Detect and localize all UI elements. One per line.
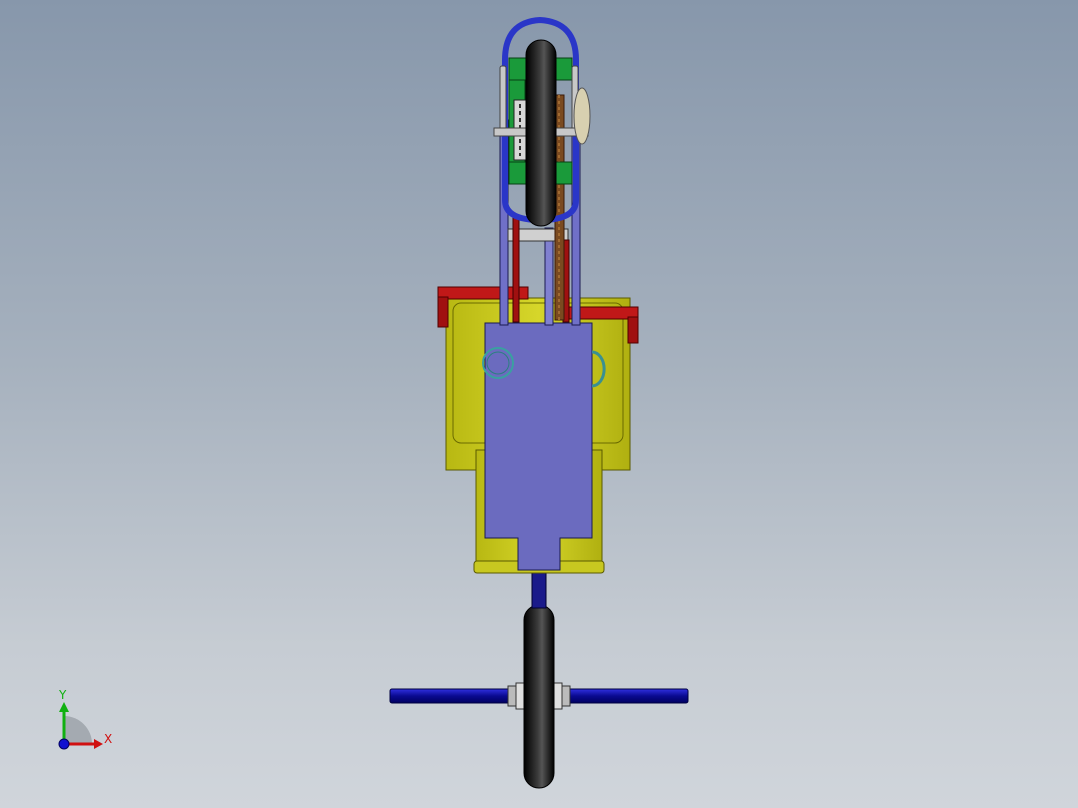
triad-y-label: Y <box>59 688 67 702</box>
z-axis-dot <box>58 738 70 750</box>
coordinate-triad <box>58 702 103 750</box>
front-wheel <box>525 39 557 227</box>
graphics-viewport[interactable]: Y X <box>0 0 1078 808</box>
bell-icon <box>573 87 591 145</box>
model-view[interactable] <box>0 0 1078 808</box>
frame-plate <box>484 322 593 571</box>
triad-x-label: X <box>104 732 113 746</box>
rear-fork-stem <box>531 571 547 609</box>
rear-wheel <box>523 604 555 789</box>
